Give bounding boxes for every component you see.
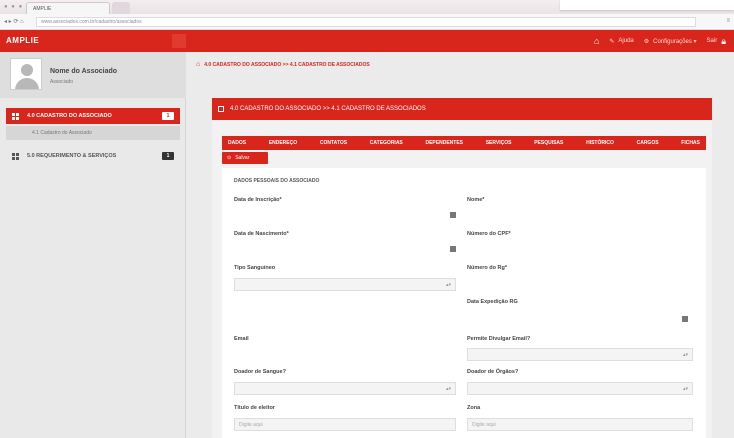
tab-contatos[interactable]: Contatos (320, 140, 347, 146)
tab-dados[interactable]: Dados (228, 140, 246, 146)
home-icon[interactable]: ⌂ (594, 36, 599, 46)
app-screen: ● ● ● AMPLIE ◂ ▸ ⟳ ⌂ www.associados.com.… (0, 0, 734, 438)
breadcrumb-text[interactable]: 4.0 CADASTRO DO ASSOCIADO >> 4.1 CADASTR… (204, 62, 370, 68)
calendar-icon[interactable] (682, 316, 688, 322)
tab-categorias[interactable]: Categorias (370, 140, 403, 146)
help-link[interactable]: ✎ Ajuda (609, 38, 633, 45)
browser-tab-title: AMPLIE (33, 6, 52, 12)
label-numero-cpf: Número do CPF* (467, 231, 511, 237)
section-title: DADOS PESSOAIS DO ASSOCIADO (234, 178, 320, 184)
logout-label: Sair (706, 38, 718, 44)
tipo-sanguineo-select[interactable]: ▴▾ (234, 278, 456, 291)
grid-icon (12, 152, 19, 160)
avatar[interactable] (10, 58, 42, 90)
save-label: Salvar (235, 155, 250, 161)
app-header: AMPLIE ⌂ ✎ Ajuda ⚙ Configurações ▾ Sair … (0, 30, 734, 52)
logout-link[interactable]: Sair 🔒︎ (707, 36, 726, 47)
tab-fichas[interactable]: Fichas (681, 140, 700, 146)
sidebar: Nome do Associado Associado 4.0 CADASTRO… (0, 52, 186, 438)
avatar-body-icon (15, 78, 39, 89)
window-controls[interactable]: ● ● ● (4, 4, 23, 10)
doador-sangue-select[interactable]: ▴▾ (234, 382, 456, 395)
sidebar-item-label: 4.0 CADASTRO DO ASSOCIADO (27, 113, 112, 119)
label-doador-sangue: Doador de Sangue? (234, 369, 286, 375)
tab-endereco[interactable]: Endereço (269, 140, 297, 146)
breadcrumb: ⌂ 4.0 CADASTRO DO ASSOCIADO >> 4.1 CADAS… (196, 61, 370, 68)
browser-address-bar: ◂ ▸ ⟳ ⌂ www.associados.com.br/cadastro/a… (0, 14, 734, 30)
label-titulo-eleitor: Título de eleitor (234, 405, 275, 411)
label-zona: Zona (467, 405, 481, 411)
profile-name: Nome do Associado (50, 68, 118, 75)
form-tabs: Dados Endereço Contatos Categorias Depen… (222, 136, 706, 150)
label-data-inscricao: Data de Inscrição* (234, 197, 282, 203)
sidebar-item-requerimento[interactable]: 5.0 REQUERIMENTO & SERVIÇOS 1 (6, 148, 180, 164)
label-numero-rg: Número do Rg* (467, 265, 508, 271)
chevron-down-icon: ▴▾ (445, 282, 451, 288)
label-email: Email (234, 336, 249, 342)
panel-header: 4.0 CADASTRO DO ASSOCIADO >> 4.1 CADASTR… (212, 98, 712, 120)
sidebar-subitem-cadastro-associado[interactable]: 4.1 Cadastro do Associado (6, 126, 180, 140)
sidebar-item-badge: 1 (162, 152, 174, 160)
tab-dependentes[interactable]: Dependentes (425, 140, 463, 146)
panel-title: 4.0 CADASTRO DO ASSOCIADO >> 4.1 CADASTR… (230, 106, 426, 112)
panel-icon (218, 106, 224, 112)
tab-historico[interactable]: Histórico (586, 140, 614, 146)
form-area (222, 168, 706, 438)
home-icon[interactable]: ⌂ (196, 61, 200, 68)
gear-icon: ⚙ (643, 38, 650, 45)
browser-tab[interactable]: AMPLIE (26, 2, 110, 14)
calendar-icon[interactable] (450, 212, 456, 218)
wrench-icon: ✎ (609, 38, 615, 45)
browser-menu-icon[interactable]: ≡ (726, 18, 730, 24)
label-tipo-sanguineo: Tipo Sanguíneo (234, 265, 276, 271)
new-tab-button[interactable] (112, 2, 130, 14)
sidebar-item-label: 5.0 REQUERIMENTO & SERVIÇOS (27, 153, 117, 159)
tab-servicos[interactable]: Serviços (486, 140, 512, 146)
browser-popup-panel (560, 0, 734, 10)
permite-divulgar-select[interactable]: ▴▾ (467, 348, 693, 361)
label-permite-divulgar: Permite Divulgar Email? (467, 336, 531, 342)
browser-nav-icons[interactable]: ◂ ▸ ⟳ ⌂ (4, 18, 24, 25)
settings-menu[interactable]: ⚙ Configurações ▾ (644, 38, 697, 45)
save-icon: ⊙ (227, 155, 232, 161)
label-doador-orgaos: Doador de Órgãos? (467, 369, 519, 375)
avatar-head-icon (21, 64, 33, 76)
url-input[interactable]: www.associados.com.br/cadastro/associado… (36, 17, 696, 27)
help-label: Ajuda (618, 38, 634, 44)
menu-toggle-button[interactable] (172, 34, 186, 48)
calendar-icon[interactable] (450, 246, 456, 252)
settings-label: Configurações ▾ (653, 38, 697, 45)
titulo-eleitor-input[interactable]: Digite aqui (234, 418, 456, 431)
brand-logo[interactable]: AMPLIE (6, 36, 39, 45)
label-nome: Nome* (467, 197, 485, 203)
user-profile: Nome do Associado Associado (0, 52, 186, 98)
tab-cargos[interactable]: Cargos (637, 140, 659, 146)
chevron-down-icon: ▴▾ (682, 352, 688, 358)
label-data-expedicao: Data Expedição RG (467, 299, 518, 305)
sidebar-item-badge: 1 (162, 112, 174, 120)
doador-orgaos-select[interactable]: ▴▾ (467, 382, 693, 395)
label-data-nascimento: Data de Nascimento* (234, 231, 289, 237)
header-actions: ⌂ ✎ Ajuda ⚙ Configurações ▾ Sair 🔒︎ (594, 35, 726, 47)
chevron-down-icon: ▴▾ (682, 386, 688, 392)
chevron-down-icon: ▴▾ (445, 386, 451, 392)
lock-icon: 🔒︎ (721, 35, 726, 46)
tab-pesquisas[interactable]: Pesquisas (534, 140, 563, 146)
profile-role: Associado (50, 79, 74, 85)
sidebar-item-cadastro[interactable]: 4.0 CADASTRO DO ASSOCIADO 1 (6, 108, 180, 124)
zona-input[interactable]: Digite aqui (467, 418, 693, 431)
save-button[interactable]: ⊙ Salvar (222, 152, 268, 164)
grid-icon (12, 112, 19, 120)
